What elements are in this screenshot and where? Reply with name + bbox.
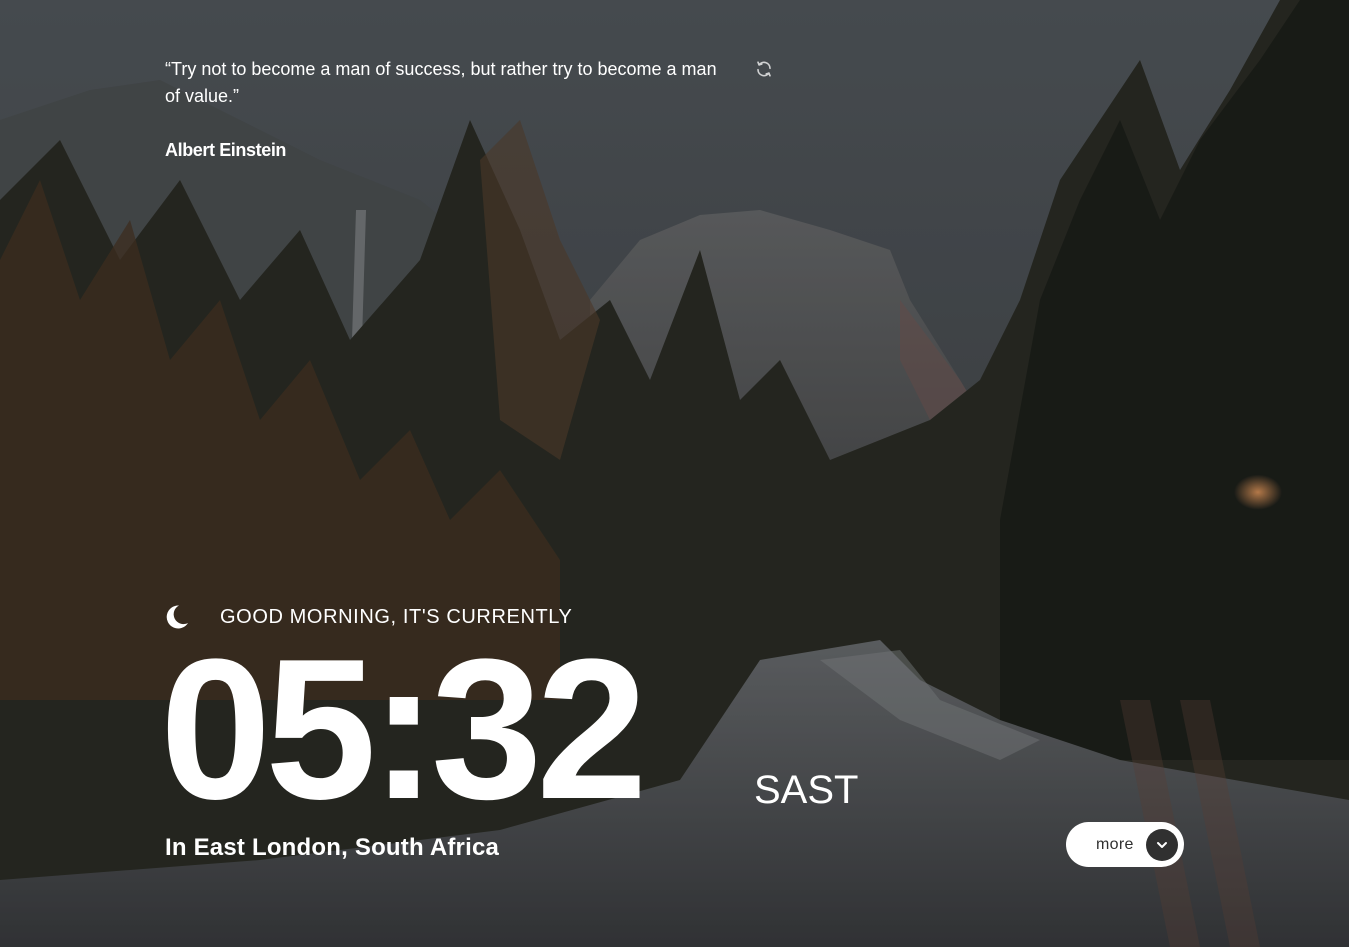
clock-app: “Try not to become a man of success, but… — [0, 0, 1349, 947]
quote-author: Albert Einstein — [165, 140, 287, 160]
chevron-down-icon — [1146, 829, 1178, 861]
location-text: In East London, South Africa — [165, 834, 500, 861]
refresh-quote-button[interactable] — [753, 58, 775, 80]
more-button[interactable]: more — [1066, 822, 1184, 867]
more-button-label: more — [1096, 835, 1134, 853]
current-time: 05:32 — [160, 618, 648, 841]
timezone-abbr: SAST — [754, 768, 859, 812]
refresh-icon — [757, 61, 771, 77]
quote-text: “Try not to become a man of success, but… — [165, 59, 717, 106]
quote-section: “Try not to become a man of success, but… — [165, 56, 735, 161]
